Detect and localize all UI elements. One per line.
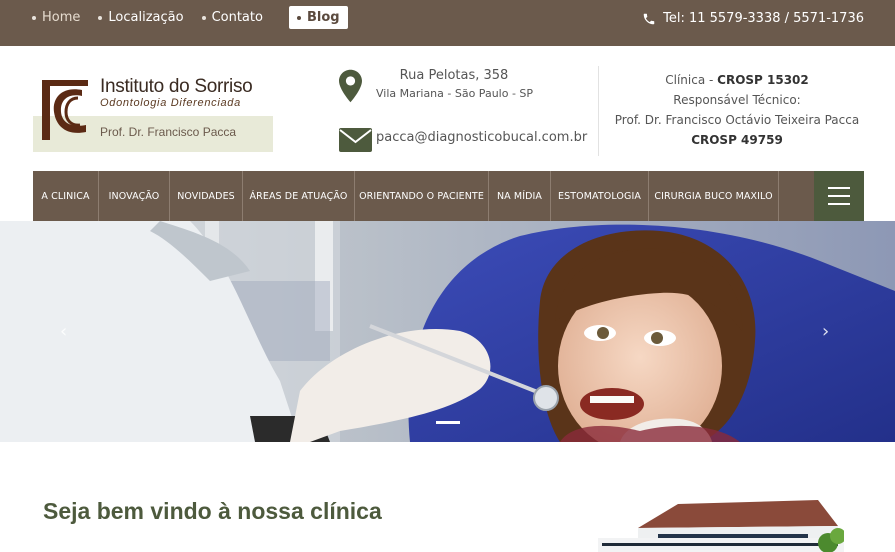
top-nav-home-label: Home [42, 10, 81, 25]
top-bar: Home Localização Contato Blog Tel: 11 55… [0, 0, 895, 46]
nav-item-areas-de-atuacao[interactable]: ÁREAS DE ATUAÇÃO [243, 171, 355, 221]
envelope-icon [339, 128, 372, 152]
responsible-label: Responsável Técnico: [673, 93, 801, 107]
hero-image [0, 221, 895, 442]
responsible-crosp: CROSP 49759 [691, 133, 783, 147]
slider-next-button[interactable]: › [822, 321, 829, 342]
top-nav-blog-label: Blog [306, 10, 340, 25]
top-nav-localizacao-label: Localização [108, 10, 184, 25]
main-nav: A CLINICA INOVAÇÃO NOVIDADES ÁREAS DE AT… [33, 171, 864, 221]
welcome-heading: Seja bem vindo à nossa clínica [43, 498, 382, 524]
map-pin-icon [339, 69, 362, 103]
bullet-icon [201, 15, 206, 20]
nav-item-estomatologia[interactable]: ESTOMATOLOGIA [551, 171, 649, 221]
logo-mark-icon [42, 80, 88, 140]
logo-subtitle: Odontologia Diferenciada [100, 97, 241, 109]
nav-item-orientando-o-paciente[interactable]: ORIENTANDO O PACIENTE [355, 171, 489, 221]
bullet-icon [32, 15, 36, 20]
address-street: Rua Pelotas, 358 [399, 68, 509, 83]
top-nav: Home Localização Contato Blog [32, 6, 366, 29]
phone-contact[interactable]: Tel: 11 5579-3338 / 5571-1736 [642, 11, 864, 26]
email-link[interactable]: pacca@diagnosticobucal.com.br [376, 130, 587, 145]
header-divider [598, 66, 599, 156]
hero-slider: ‹ › [0, 221, 895, 442]
nav-item-a-clinica[interactable]: A CLINICA [33, 171, 99, 221]
clinic-info: Clínica - CROSP 15302 Responsável Técnic… [608, 70, 866, 150]
address-city: Vila Mariana - São Paulo - SP [376, 87, 534, 100]
phone-text: Tel: 11 5579-3338 / 5571-1736 [663, 11, 864, 26]
bullet-icon [98, 15, 103, 20]
bullet-icon [296, 15, 301, 20]
phone-icon [643, 13, 655, 24]
nav-item-novidades[interactable]: NOVIDADES [170, 171, 243, 221]
top-nav-localizacao[interactable]: Localização [98, 6, 184, 29]
top-nav-blog-button[interactable]: Blog [288, 6, 348, 29]
clinic-crosp: CROSP 15302 [717, 73, 809, 87]
nav-item-na-midia[interactable]: NA MÍDIA [489, 171, 551, 221]
clinic-building-image [598, 498, 844, 552]
logo-title: Instituto do Sorriso [100, 76, 253, 97]
logo-doctor-name: Prof. Dr. Francisco Pacca [100, 125, 237, 139]
clinic-label: Clínica - [665, 73, 718, 87]
slider-indicator[interactable] [436, 421, 460, 424]
nav-item-cirurgia-buco-maxilo[interactable]: CIRURGIA BUCO MAXILO [649, 171, 779, 221]
menu-hamburger-icon[interactable] [814, 171, 864, 221]
top-nav-contato[interactable]: Contato [201, 6, 263, 29]
top-nav-contato-label: Contato [211, 10, 263, 25]
top-nav-home[interactable]: Home [32, 6, 80, 29]
nav-item-inovacao[interactable]: INOVAÇÃO [99, 171, 170, 221]
site-logo[interactable]: Prof. Dr. Francisco Pacca Instituto do S… [33, 74, 273, 152]
slider-prev-button[interactable]: ‹ [60, 321, 67, 342]
clinic-crosp-line: Clínica - CROSP 15302 [608, 70, 866, 90]
responsible-name: Prof. Dr. Francisco Octávio Teixeira Pac… [614, 113, 860, 127]
